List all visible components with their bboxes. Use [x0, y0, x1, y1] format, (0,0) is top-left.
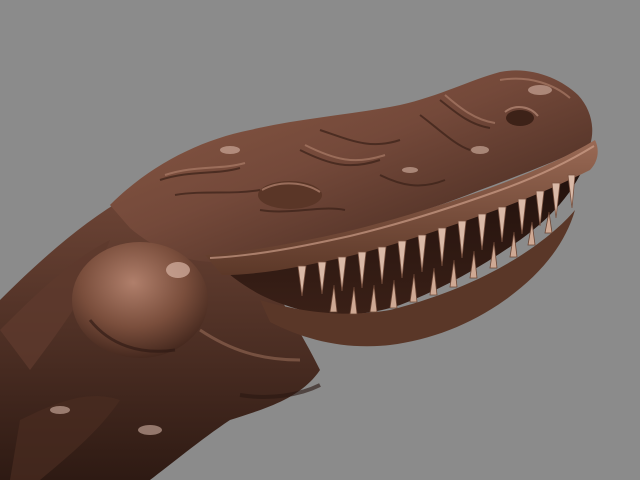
sculpted-dinosaur-head-icon — [0, 0, 640, 480]
eye-ridge — [258, 181, 322, 209]
nostril — [506, 110, 534, 126]
sculpt-viewport[interactable] — [0, 0, 640, 480]
cheek — [72, 242, 208, 358]
